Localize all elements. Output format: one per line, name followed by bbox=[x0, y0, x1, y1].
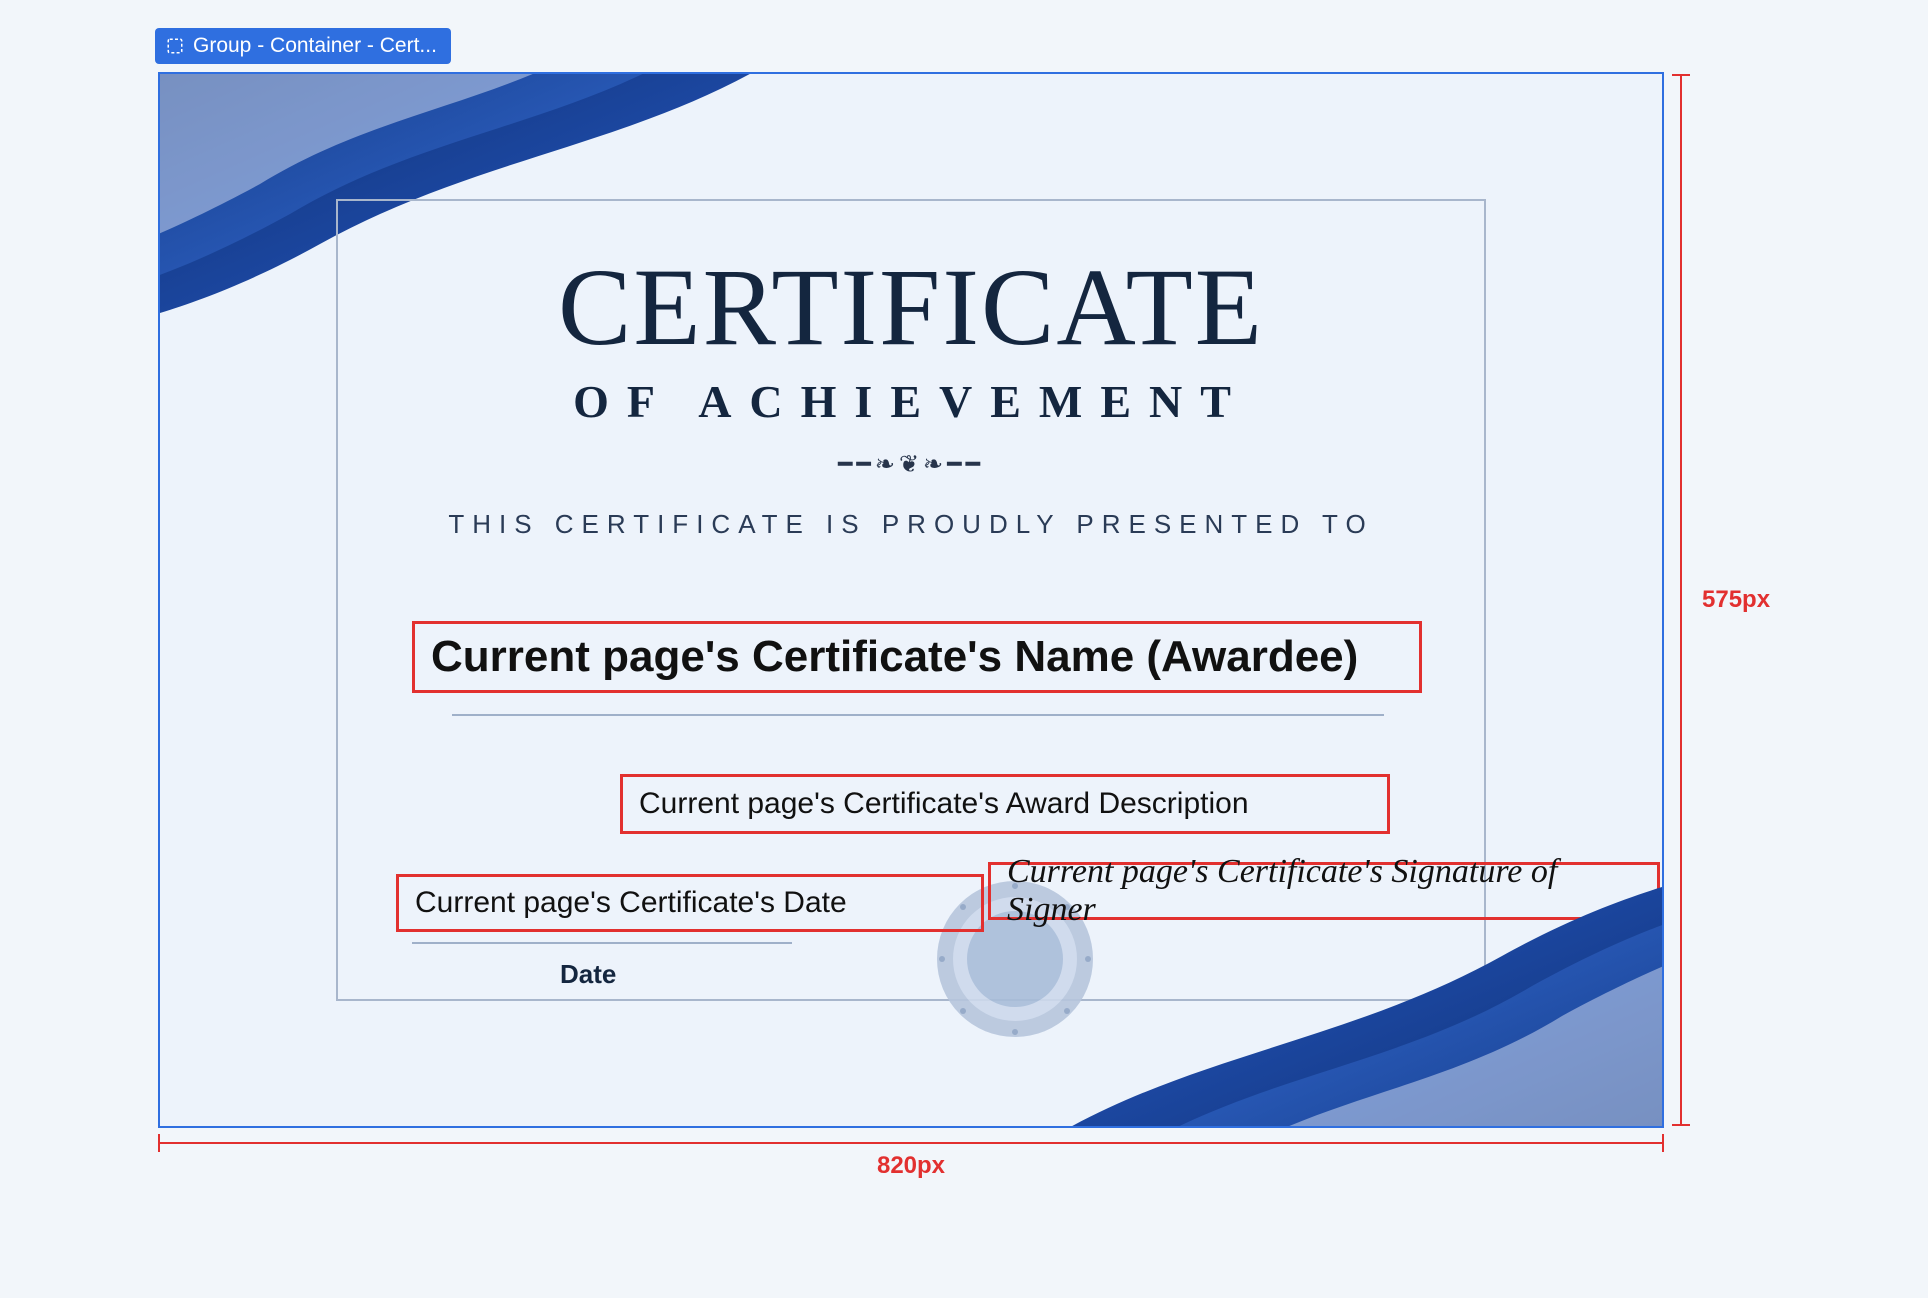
ornament-divider-icon: ━━❧❦❧━━ bbox=[838, 450, 984, 479]
selection-label-text: Group - Container - Cert... bbox=[193, 34, 437, 58]
award-description-value: Current page's Certificate's Award Descr… bbox=[639, 787, 1249, 821]
selection-dashed-box-icon bbox=[165, 36, 185, 56]
width-ruler-label: 820px bbox=[877, 1152, 945, 1180]
awardee-name-field[interactable]: Current page's Certificate's Name (Award… bbox=[412, 621, 1422, 693]
certificate-content: CERTIFICATE OF ACHIEVEMENT ━━❧❦❧━━ THIS … bbox=[160, 244, 1662, 540]
signature-value: Current page's Certificate's Signature o… bbox=[1007, 853, 1641, 929]
height-ruler: 575px bbox=[1672, 74, 1712, 1126]
certificate-subtitle: OF ACHIEVEMENT bbox=[573, 375, 1249, 428]
date-label: Date bbox=[560, 959, 616, 990]
editor-stage: Group - Container - Cert... CER bbox=[0, 0, 1928, 1298]
date-underline bbox=[412, 942, 792, 944]
height-ruler-label: 575px bbox=[1702, 586, 1770, 614]
width-ruler: 820px bbox=[158, 1134, 1664, 1174]
certificate-title: CERTIFICATE bbox=[558, 244, 1264, 371]
awardee-name-value: Current page's Certificate's Name (Award… bbox=[431, 632, 1358, 682]
certificate-date-value: Current page's Certificate's Date bbox=[415, 886, 847, 920]
awardee-underline bbox=[452, 714, 1384, 716]
award-description-field[interactable]: Current page's Certificate's Award Descr… bbox=[620, 774, 1390, 834]
certificate-container[interactable]: CERTIFICATE OF ACHIEVEMENT ━━❧❦❧━━ THIS … bbox=[158, 72, 1664, 1128]
presented-to-text: THIS CERTIFICATE IS PROUDLY PRESENTED TO bbox=[448, 509, 1373, 540]
selection-label-chip[interactable]: Group - Container - Cert... bbox=[155, 28, 451, 64]
certificate-date-field[interactable]: Current page's Certificate's Date bbox=[396, 874, 984, 932]
signature-field[interactable]: Current page's Certificate's Signature o… bbox=[988, 862, 1660, 920]
